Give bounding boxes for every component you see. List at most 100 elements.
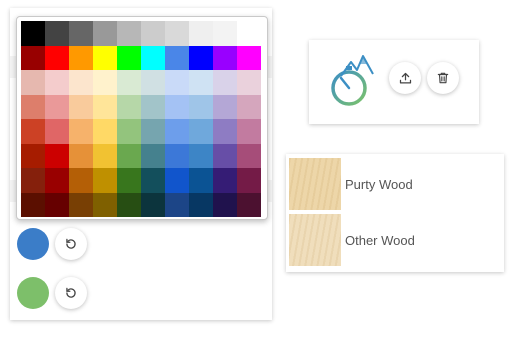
color-swatch[interactable] (117, 45, 141, 70)
color-swatch[interactable] (117, 21, 141, 46)
color-palette-popover (16, 16, 268, 220)
color-swatch[interactable] (189, 119, 213, 144)
color-swatch[interactable] (93, 119, 117, 144)
color-swatch[interactable] (141, 119, 165, 144)
color-swatch[interactable] (69, 94, 93, 119)
color-swatch[interactable] (21, 70, 45, 95)
color-swatch[interactable] (189, 45, 213, 70)
wood-options-card: Purty Wood Other Wood (286, 154, 504, 272)
color-swatch[interactable] (117, 192, 141, 217)
color-swatch[interactable] (165, 192, 189, 217)
color-swatch[interactable] (237, 45, 261, 70)
color-swatch[interactable] (213, 192, 237, 217)
color-swatch[interactable] (69, 192, 93, 217)
color-swatch[interactable] (93, 94, 117, 119)
color-swatch[interactable] (45, 119, 69, 144)
color-swatch[interactable] (45, 45, 69, 70)
selected-color-row-1 (17, 228, 87, 260)
upload-button[interactable] (389, 62, 421, 94)
color-swatch[interactable] (213, 21, 237, 46)
color-swatch[interactable] (141, 192, 165, 217)
color-swatch[interactable] (189, 70, 213, 95)
color-swatch[interactable] (21, 45, 45, 70)
reset-icon (66, 238, 76, 249)
color-swatch[interactable] (45, 21, 69, 46)
color-swatch[interactable] (117, 70, 141, 95)
color-swatch[interactable] (237, 143, 261, 168)
color-swatch[interactable] (237, 21, 261, 46)
color-swatch[interactable] (93, 168, 117, 193)
color-swatch[interactable] (69, 45, 93, 70)
color-swatch[interactable] (21, 168, 45, 193)
color-swatch[interactable] (237, 70, 261, 95)
color-swatch[interactable] (213, 168, 237, 193)
selected-color-row-2 (17, 277, 87, 309)
trash-icon (437, 72, 449, 84)
color-swatch[interactable] (165, 143, 189, 168)
color-swatch[interactable] (117, 94, 141, 119)
color-swatch[interactable] (93, 143, 117, 168)
color-swatch[interactable] (237, 94, 261, 119)
color-swatch[interactable] (117, 119, 141, 144)
color-swatch[interactable] (213, 45, 237, 70)
upload-icon (399, 72, 411, 83)
color-swatch[interactable] (189, 143, 213, 168)
logo-card (309, 40, 479, 124)
color-swatch[interactable] (141, 21, 165, 46)
color-swatch-grid (21, 21, 263, 217)
color-swatch[interactable] (69, 143, 93, 168)
color-swatch[interactable] (21, 192, 45, 217)
color-swatch[interactable] (21, 143, 45, 168)
color-swatch[interactable] (213, 119, 237, 144)
color-swatch[interactable] (189, 21, 213, 46)
color-swatch[interactable] (237, 168, 261, 193)
color-swatch[interactable] (93, 45, 117, 70)
color-swatch[interactable] (213, 143, 237, 168)
color-swatch[interactable] (21, 94, 45, 119)
color-swatch[interactable] (237, 192, 261, 217)
color-swatch[interactable] (45, 168, 69, 193)
color-swatch[interactable] (45, 70, 69, 95)
color-swatch[interactable] (45, 94, 69, 119)
color-swatch[interactable] (45, 192, 69, 217)
color-swatch[interactable] (69, 70, 93, 95)
color-swatch[interactable] (189, 168, 213, 193)
wood-texture-thumbnail (289, 158, 341, 210)
color-swatch[interactable] (213, 70, 237, 95)
color-swatch[interactable] (69, 168, 93, 193)
wood-option-label: Purty Wood (345, 176, 413, 192)
color-swatch[interactable] (21, 21, 45, 46)
color-swatch[interactable] (141, 143, 165, 168)
color-swatch[interactable] (93, 21, 117, 46)
color-swatch[interactable] (189, 192, 213, 217)
color-swatch[interactable] (69, 119, 93, 144)
color-swatch[interactable] (93, 192, 117, 217)
color-swatch[interactable] (141, 70, 165, 95)
selected-color-circle[interactable] (17, 228, 49, 260)
color-swatch[interactable] (69, 21, 93, 46)
selected-color-circle[interactable] (17, 277, 49, 309)
color-swatch[interactable] (165, 168, 189, 193)
color-swatch[interactable] (141, 45, 165, 70)
color-swatch[interactable] (165, 45, 189, 70)
color-swatch[interactable] (213, 94, 237, 119)
color-swatch[interactable] (117, 143, 141, 168)
color-swatch[interactable] (165, 70, 189, 95)
color-swatch[interactable] (165, 94, 189, 119)
wood-option-other[interactable]: Other Wood (289, 214, 415, 266)
delete-button[interactable] (427, 62, 459, 94)
color-swatch[interactable] (165, 21, 189, 46)
reset-color-button[interactable] (55, 228, 87, 260)
color-swatch[interactable] (141, 94, 165, 119)
color-swatch[interactable] (45, 143, 69, 168)
color-swatch[interactable] (93, 70, 117, 95)
color-swatch[interactable] (21, 119, 45, 144)
color-swatch[interactable] (141, 168, 165, 193)
reset-color-button[interactable] (55, 277, 87, 309)
color-swatch[interactable] (117, 168, 141, 193)
color-swatch[interactable] (189, 94, 213, 119)
wood-option-label: Other Wood (345, 232, 415, 248)
color-swatch[interactable] (237, 119, 261, 144)
color-swatch[interactable] (165, 119, 189, 144)
wood-option-purty[interactable]: Purty Wood (289, 158, 413, 210)
